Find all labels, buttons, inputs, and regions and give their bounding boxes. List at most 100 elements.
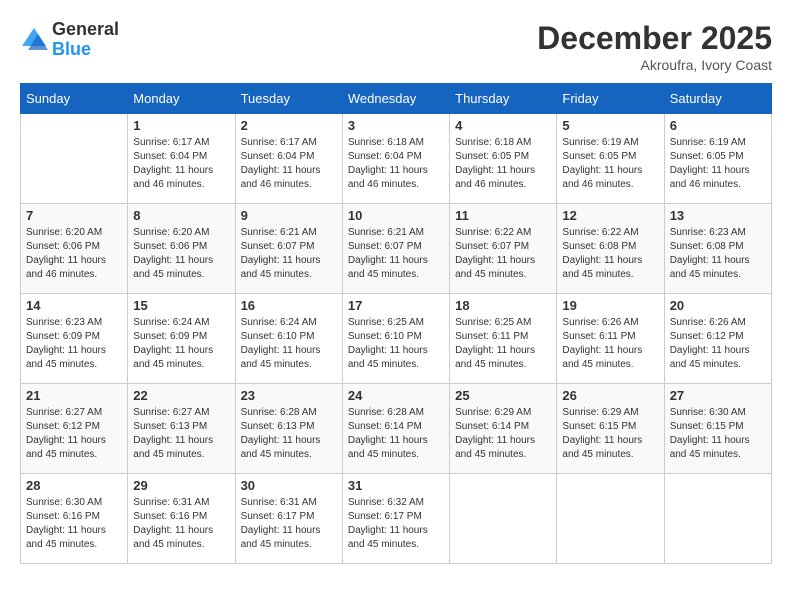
day-number: 16 [241,298,337,313]
calendar-cell: 18Sunrise: 6:25 AMSunset: 6:11 PMDayligh… [450,294,557,384]
calendar-cell: 7 Sunrise: 6:20 AMSunset: 6:06 PMDaylight… [21,204,128,294]
day-info: Sunrise: 6:24 AMSunset: 6:09 PMDaylight:… [133,316,229,372]
day-info: Sunrise: 6:17 AMSunset: 6:04 PMDaylight:… [133,136,229,192]
calendar-cell: 11 Sunrise: 6:22 AMSunset: 6:07 PMDayligh… [450,204,557,294]
calendar-header-tuesday: Tuesday [235,84,342,114]
day-info: Sunrise: 6:20 AMSunset: 6:06 PMDaylight:… [133,226,229,282]
calendar-cell: 10 Sunrise: 6:21 AMSunset: 6:07 PMDayligh… [342,204,449,294]
day-info: Sunrise: 6:24 AMSunset: 6:10 PMDaylight:… [241,316,337,372]
calendar-cell: 9 Sunrise: 6:21 AMSunset: 6:07 PMDaylight… [235,204,342,294]
calendar-cell: 29 Sunrise: 6:31 AMSunset: 6:16 PMDayligh… [128,474,235,564]
day-number: 4 [455,118,551,133]
calendar-header-thursday: Thursday [450,84,557,114]
day-info: Sunrise: 6:23 AMSunset: 6:08 PMDaylight:… [670,226,766,282]
day-number: 31 [348,478,444,493]
calendar-cell: 6 Sunrise: 6:19 AMSunset: 6:05 PMDaylight… [664,114,771,204]
calendar-cell: 21Sunrise: 6:27 AMSunset: 6:12 PMDayligh… [21,384,128,474]
day-number: 27 [670,388,766,403]
calendar-cell: 19Sunrise: 6:26 AMSunset: 6:11 PMDayligh… [557,294,664,384]
title-block: December 2025 Akroufra, Ivory Coast [537,20,772,73]
day-info: Sunrise: 6:27 AMSunset: 6:13 PMDaylight:… [133,406,229,462]
day-number: 17 [348,298,444,313]
calendar-header-sunday: Sunday [21,84,128,114]
calendar-cell [21,114,128,204]
day-number: 12 [562,208,658,223]
day-info: Sunrise: 6:18 AMSunset: 6:04 PMDaylight:… [348,136,444,192]
calendar-cell: 2 Sunrise: 6:17 AMSunset: 6:04 PMDaylight… [235,114,342,204]
day-info: Sunrise: 6:21 AMSunset: 6:07 PMDaylight:… [348,226,444,282]
day-number: 18 [455,298,551,313]
calendar-cell: 15 Sunrise: 6:24 AMSunset: 6:09 PMDayligh… [128,294,235,384]
calendar-cell: 26 Sunrise: 6:29 AMSunset: 6:15 PMDayligh… [557,384,664,474]
day-number: 5 [562,118,658,133]
location: Akroufra, Ivory Coast [537,57,772,73]
calendar-week-row: 1 Sunrise: 6:17 AMSunset: 6:04 PMDaylight… [21,114,772,204]
calendar-cell: 13 Sunrise: 6:23 AMSunset: 6:08 PMDayligh… [664,204,771,294]
calendar-header-friday: Friday [557,84,664,114]
calendar-cell: 20 Sunrise: 6:26 AMSunset: 6:12 PMDayligh… [664,294,771,384]
day-number: 23 [241,388,337,403]
calendar-cell: 16 Sunrise: 6:24 AMSunset: 6:10 PMDayligh… [235,294,342,384]
day-info: Sunrise: 6:23 AMSunset: 6:09 PMDaylight:… [26,316,122,372]
calendar-cell: 4 Sunrise: 6:18 AMSunset: 6:05 PMDaylight… [450,114,557,204]
calendar-cell [664,474,771,564]
calendar-cell: 23 Sunrise: 6:28 AMSunset: 6:13 PMDayligh… [235,384,342,474]
day-number: 25 [455,388,551,403]
day-number: 28 [26,478,122,493]
day-info: Sunrise: 6:21 AMSunset: 6:07 PMDaylight:… [241,226,337,282]
day-number: 9 [241,208,337,223]
calendar-header-row: SundayMondayTuesdayWednesdayThursdayFrid… [21,84,772,114]
day-number: 20 [670,298,766,313]
day-number: 30 [241,478,337,493]
calendar-cell: 22Sunrise: 6:27 AMSunset: 6:13 PMDayligh… [128,384,235,474]
logo-icon [20,26,48,54]
day-number: 11 [455,208,551,223]
day-info: Sunrise: 6:31 AMSunset: 6:16 PMDaylight:… [133,496,229,552]
calendar-cell: 12 Sunrise: 6:22 AMSunset: 6:08 PMDayligh… [557,204,664,294]
calendar-cell: 28 Sunrise: 6:30 AMSunset: 6:16 PMDayligh… [21,474,128,564]
day-number: 13 [670,208,766,223]
calendar-cell [557,474,664,564]
day-info: Sunrise: 6:22 AMSunset: 6:08 PMDaylight:… [562,226,658,282]
page-header: General Blue December 2025 Akroufra, Ivo… [20,20,772,73]
day-info: Sunrise: 6:30 AMSunset: 6:15 PMDaylight:… [670,406,766,462]
day-info: Sunrise: 6:19 AMSunset: 6:05 PMDaylight:… [562,136,658,192]
logo-blue: Blue [52,40,119,60]
calendar-week-row: 14 Sunrise: 6:23 AMSunset: 6:09 PMDayligh… [21,294,772,384]
day-info: Sunrise: 6:30 AMSunset: 6:16 PMDaylight:… [26,496,122,552]
day-number: 29 [133,478,229,493]
day-number: 10 [348,208,444,223]
day-info: Sunrise: 6:18 AMSunset: 6:05 PMDaylight:… [455,136,551,192]
day-info: Sunrise: 6:20 AMSunset: 6:06 PMDaylight:… [26,226,122,282]
day-number: 1 [133,118,229,133]
day-number: 2 [241,118,337,133]
day-number: 14 [26,298,122,313]
day-info: Sunrise: 6:19 AMSunset: 6:05 PMDaylight:… [670,136,766,192]
day-number: 6 [670,118,766,133]
day-info: Sunrise: 6:26 AMSunset: 6:12 PMDaylight:… [670,316,766,372]
logo-general: General [52,20,119,40]
day-number: 19 [562,298,658,313]
calendar-cell: 8Sunrise: 6:20 AMSunset: 6:06 PMDaylight… [128,204,235,294]
calendar-week-row: 7 Sunrise: 6:20 AMSunset: 6:06 PMDaylight… [21,204,772,294]
calendar-cell: 1 Sunrise: 6:17 AMSunset: 6:04 PMDaylight… [128,114,235,204]
day-number: 15 [133,298,229,313]
day-info: Sunrise: 6:17 AMSunset: 6:04 PMDaylight:… [241,136,337,192]
day-info: Sunrise: 6:29 AMSunset: 6:15 PMDaylight:… [562,406,658,462]
day-number: 7 [26,208,122,223]
calendar-cell: 27 Sunrise: 6:30 AMSunset: 6:15 PMDayligh… [664,384,771,474]
day-number: 3 [348,118,444,133]
logo-text: General Blue [52,20,119,60]
day-info: Sunrise: 6:28 AMSunset: 6:14 PMDaylight:… [348,406,444,462]
calendar-cell: 5 Sunrise: 6:19 AMSunset: 6:05 PMDaylight… [557,114,664,204]
day-info: Sunrise: 6:25 AMSunset: 6:10 PMDaylight:… [348,316,444,372]
day-info: Sunrise: 6:22 AMSunset: 6:07 PMDaylight:… [455,226,551,282]
day-info: Sunrise: 6:29 AMSunset: 6:14 PMDaylight:… [455,406,551,462]
calendar-cell: 3 Sunrise: 6:18 AMSunset: 6:04 PMDaylight… [342,114,449,204]
day-number: 26 [562,388,658,403]
calendar-cell: 14 Sunrise: 6:23 AMSunset: 6:09 PMDayligh… [21,294,128,384]
day-info: Sunrise: 6:28 AMSunset: 6:13 PMDaylight:… [241,406,337,462]
calendar-header-saturday: Saturday [664,84,771,114]
day-info: Sunrise: 6:31 AMSunset: 6:17 PMDaylight:… [241,496,337,552]
calendar-header-monday: Monday [128,84,235,114]
